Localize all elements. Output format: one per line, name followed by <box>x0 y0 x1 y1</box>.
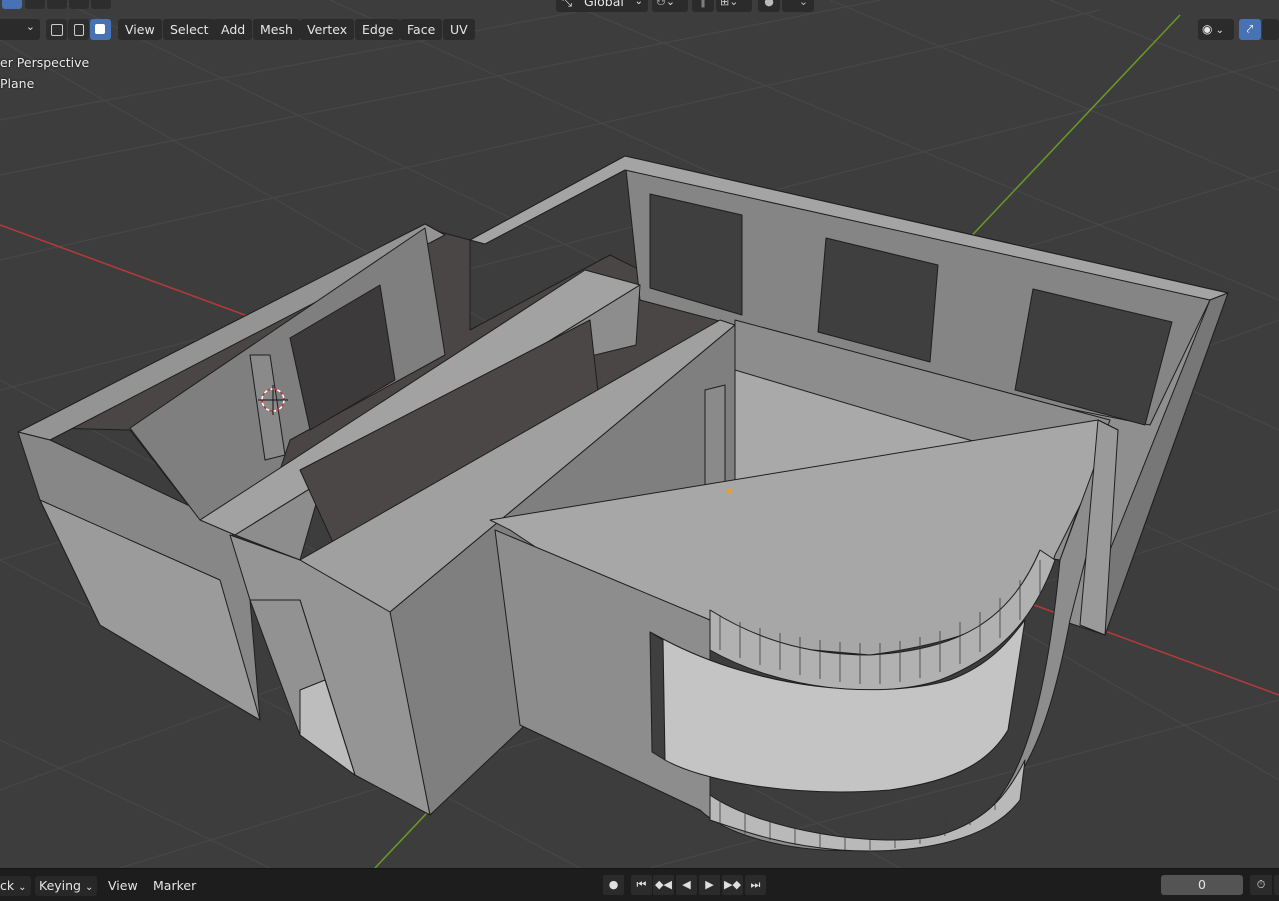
face-select-mode-icon[interactable] <box>90 19 111 40</box>
object-visibility-dropdown[interactable]: ◉ ⌄ <box>1198 19 1234 40</box>
menu-vertex[interactable]: Vertex <box>300 19 355 40</box>
prev-keyframe-icon: ◆◀ <box>655 878 672 891</box>
menu-face[interactable]: Face <box>400 19 443 40</box>
snap-target-dropdown[interactable]: ⊞⌄ <box>716 0 752 12</box>
pivot-point-dropdown[interactable]: ⚇⌄ <box>652 0 688 12</box>
preview-range-button[interactable]: ⏱ <box>1250 875 1272 895</box>
chevron-down-icon: ⌄ <box>634 0 643 7</box>
record-icon: ● <box>608 878 619 891</box>
object-name-label: Plane <box>0 76 35 91</box>
timeline-menu-marker[interactable]: Marker <box>153 876 196 896</box>
chevron-down-icon: ⌄ <box>84 882 94 893</box>
play-icon: ▶ <box>705 878 714 891</box>
transform-orientation-dropdown[interactable]: ⤡ Global ⌄ <box>556 0 648 12</box>
orientation-icon: ⤡ <box>562 0 573 9</box>
play-reverse-icon: ◀ <box>682 878 691 891</box>
menu-mesh[interactable]: Mesh <box>253 19 300 40</box>
mode-dropdown[interactable]: ⌄ <box>0 19 40 40</box>
jump-start-icon: ⏮ <box>636 878 647 891</box>
mode-select-subtract-icon[interactable] <box>47 0 67 9</box>
mode-select-invert-icon[interactable] <box>69 0 89 9</box>
proportional-edit-button[interactable]: ● <box>758 0 780 12</box>
jump-end-button[interactable]: ⏭ <box>745 875 766 895</box>
timeline-menu-view[interactable]: View <box>108 876 138 896</box>
playback-label: ck <box>0 878 15 893</box>
frame-start-field[interactable] <box>1274 875 1279 895</box>
gizmo-toggle-button[interactable]: ⤤ <box>1239 19 1261 40</box>
jump-end-icon: ⏭ <box>750 878 761 891</box>
proportional-falloff-dropdown[interactable]: ⌒⌄ <box>782 0 814 12</box>
viewport-scene <box>0 0 1279 868</box>
play-reverse-button[interactable]: ◀ <box>676 875 697 895</box>
mode-select-extend-icon[interactable] <box>25 0 45 9</box>
menu-edge[interactable]: Edge <box>355 19 401 40</box>
orientation-value: Global <box>584 0 624 9</box>
edge-select-mode-icon[interactable] <box>68 19 89 40</box>
next-keyframe-icon: ▶◆ <box>724 878 741 891</box>
chevron-down-icon: ⌄ <box>1212 25 1225 36</box>
menu-uv[interactable]: UV <box>443 19 475 40</box>
play-button[interactable]: ▶ <box>699 875 720 895</box>
eye-icon: ◉ <box>1202 22 1213 36</box>
keying-label: Keying <box>39 878 81 893</box>
stopwatch-icon: ⏱ <box>1256 878 1266 891</box>
next-keyframe-button[interactable]: ▶◆ <box>722 875 743 895</box>
timeline-header: ck ⌄ Keying ⌄ View Marker ● ⏮ ◆◀ ◀ ▶ ▶◆ … <box>0 868 1279 901</box>
menu-add[interactable]: Add <box>214 19 253 40</box>
object-origin-icon <box>726 488 732 494</box>
mode-select-intersect-icon[interactable] <box>91 0 111 9</box>
3d-viewport[interactable]: ⤡ Global ⌄ ⚇⌄ ∥ ⊞⌄ ● ⌒⌄ ⌄ View Select Ad… <box>0 0 1279 868</box>
gizmo-icon: ⤤ <box>1246 22 1254 36</box>
record-button[interactable]: ● <box>603 875 624 895</box>
snap-toggle-button[interactable]: ∥ <box>692 0 714 12</box>
current-frame-field[interactable]: 0 <box>1161 875 1243 895</box>
header-top-strip: ⤡ Global ⌄ ⚇⌄ ∥ ⊞⌄ ● ⌒⌄ <box>0 0 1279 14</box>
vertex-select-mode-icon[interactable] <box>46 19 67 40</box>
mode-select-box-icon[interactable] <box>2 0 22 9</box>
keying-dropdown[interactable]: Keying ⌄ <box>35 876 98 896</box>
chevron-down-icon: ⌄ <box>25 20 35 33</box>
playback-dropdown[interactable]: ck ⌄ <box>0 876 31 896</box>
menu-select[interactable]: Select <box>163 19 216 40</box>
view-name-label: er Perspective <box>0 55 90 70</box>
jump-start-button[interactable]: ⏮ <box>631 875 652 895</box>
gizmo-dropdown[interactable] <box>1262 19 1279 40</box>
chevron-down-icon: ⌄ <box>18 882 27 893</box>
menu-view[interactable]: View <box>118 19 162 40</box>
building-mesh[interactable] <box>17 155 1229 852</box>
prev-keyframe-button[interactable]: ◆◀ <box>653 875 674 895</box>
select-mode-group <box>46 19 112 40</box>
